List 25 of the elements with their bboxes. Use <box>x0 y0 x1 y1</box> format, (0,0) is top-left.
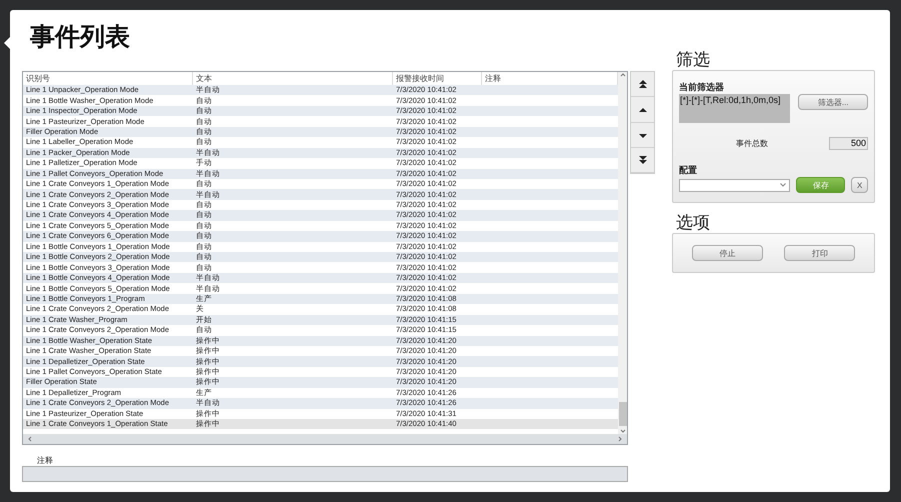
scroll-down-icon[interactable] <box>620 428 626 434</box>
clear-button[interactable]: X <box>851 177 868 193</box>
comment-field[interactable] <box>22 466 628 482</box>
total-events-value: 500 <box>828 137 868 150</box>
print-button[interactable]: 打印 <box>784 245 856 261</box>
double-down-arrow-icon <box>636 154 648 165</box>
config-label: 配置 <box>679 164 698 177</box>
total-events-label: 事件总数 <box>736 138 769 149</box>
stop-button[interactable]: 停止 <box>692 245 763 261</box>
scroll-right-icon[interactable] <box>617 436 623 442</box>
window-title: 事件列表 <box>30 22 131 53</box>
filter-heading: 筛选 <box>675 50 711 70</box>
options-heading: 选项 <box>675 213 711 233</box>
comment-label: 注释 <box>37 455 54 465</box>
config-dropdown[interactable] <box>679 178 790 192</box>
scrollbar-thumb[interactable] <box>618 402 626 426</box>
double-up-arrow-icon <box>636 79 648 90</box>
scroll-up-icon[interactable] <box>620 72 626 78</box>
scroll-left-icon[interactable] <box>27 436 33 442</box>
chevron-down-icon <box>780 183 786 187</box>
vertical-scrollbar[interactable] <box>618 72 627 434</box>
horizontal-scrollbar[interactable] <box>23 434 627 444</box>
current-filter-value: [*]-[*]-[T,Rel:0d,1h,0m,0s] <box>679 94 790 123</box>
filter-button[interactable]: 筛选器... <box>798 94 868 110</box>
current-filter-label: 当前筛选器 <box>679 81 725 94</box>
